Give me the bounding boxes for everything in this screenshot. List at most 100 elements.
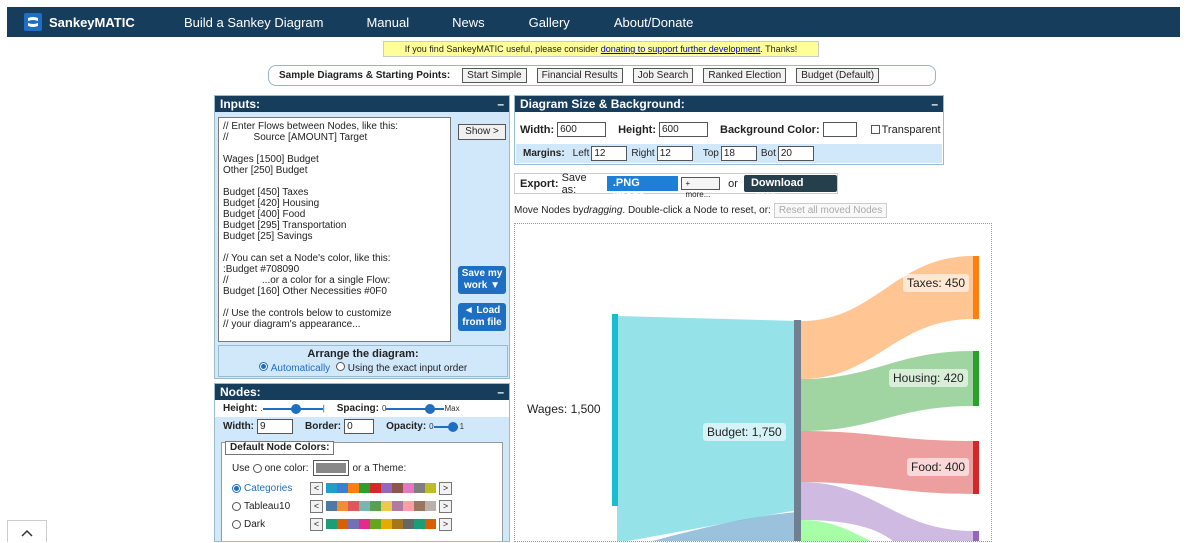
load-file-button[interactable]: ◄ Load from file xyxy=(458,303,506,331)
flows-input-textarea[interactable]: // Enter Flows between Nodes, like this:… xyxy=(218,117,451,342)
label-food: Food: 400 xyxy=(907,458,970,476)
default-node-colors-title: Default Node Colors: xyxy=(225,441,335,455)
bg-color-label: Background Color: xyxy=(720,123,820,136)
job-search-button[interactable]: Job Search xyxy=(632,68,694,83)
node-food[interactable] xyxy=(973,441,979,494)
theme-name-tableau10: Tableau10 xyxy=(244,500,291,512)
node-budget[interactable] xyxy=(794,320,801,542)
height-slider-knob[interactable] xyxy=(290,403,301,414)
margin-bot-label: Bot xyxy=(760,148,776,159)
theme-next-button[interactable]: > xyxy=(439,481,452,495)
nav-about-donate[interactable]: About/Donate xyxy=(614,15,694,30)
theme-swatch xyxy=(370,483,381,493)
node-width-border-row: Width: 9 Border: 0 Opacity: 0 1 xyxy=(215,417,509,436)
theme-next-button[interactable]: > xyxy=(439,517,452,531)
brand[interactable]: SankeyMATIC xyxy=(24,13,174,31)
theme-next-button[interactable]: > xyxy=(439,499,452,513)
transparent-checkbox[interactable] xyxy=(870,125,880,134)
donate-link[interactable]: donating to support further development xyxy=(601,44,761,54)
margin-top-input[interactable]: 18 xyxy=(720,146,757,161)
theme-prev-button[interactable]: < xyxy=(310,499,323,513)
theme-name-categories: Categories xyxy=(244,482,293,494)
transparent-label: Transparent xyxy=(881,123,941,136)
svg-download-button[interactable]: Download .SVG xyxy=(743,175,837,204)
theme-row-dark[interactable]: Dark < > xyxy=(232,517,452,531)
one-color-row: Use one color: or a Theme: xyxy=(232,459,406,477)
ranked-election-button[interactable]: Ranked Election xyxy=(703,68,787,83)
nav-news[interactable]: News xyxy=(452,15,485,30)
save-work-button[interactable]: Save my work ▼ xyxy=(458,266,506,294)
theme-radio-tableau10[interactable] xyxy=(232,501,241,511)
sample-diagrams-bar: Sample Diagrams & Starting Points: Start… xyxy=(268,65,936,86)
nodes-collapse-button[interactable]: – xyxy=(497,384,504,400)
opacity-max: 1 xyxy=(459,422,465,431)
theme-prev-button[interactable]: < xyxy=(310,481,323,495)
theme-swatch xyxy=(370,519,381,529)
bg-color-picker[interactable] xyxy=(822,122,857,137)
inputs-title: Inputs: xyxy=(220,97,260,111)
diagram-size-panel: Diagram Size & Background: – Width: 600 … xyxy=(514,95,944,165)
nav-manual[interactable]: Manual xyxy=(366,15,409,30)
node-wages[interactable] xyxy=(612,314,618,506)
spacing-label: Spacing: xyxy=(336,403,379,414)
node-border-input[interactable]: 0 xyxy=(344,419,375,434)
theme-radio-dark[interactable] xyxy=(232,519,241,529)
theme-prev-button[interactable]: < xyxy=(310,517,323,531)
nav-gallery[interactable]: Gallery xyxy=(529,15,570,30)
arrange-exact-radio[interactable] xyxy=(335,362,345,371)
more-export-button[interactable]: + more... xyxy=(681,177,721,199)
inputs-collapse-button[interactable]: – xyxy=(497,96,504,112)
arrange-auto-radio[interactable] xyxy=(258,362,268,371)
sankeymatic-logo-icon xyxy=(24,13,42,31)
node-opacity-label: Opacity: xyxy=(386,421,427,432)
notice-thanks: . Thanks! xyxy=(760,44,798,54)
reset-moved-nodes-button[interactable]: Reset all moved Nodes xyxy=(773,203,888,218)
theme-radio-categories[interactable] xyxy=(232,483,241,493)
move-hint-em: dragging xyxy=(583,205,623,216)
theme-swatches-dark xyxy=(326,519,436,529)
margins-row: Margins: Left 12 Right 12 Top 18 Bot 20 xyxy=(516,144,942,163)
theme-swatch xyxy=(348,519,359,529)
arrange-section: Arrange the diagram: Automatically Using… xyxy=(218,345,508,377)
label-wages: Wages: 1,500 xyxy=(527,402,601,416)
margin-right-input[interactable]: 12 xyxy=(656,146,693,161)
one-color-radio[interactable] xyxy=(252,463,262,473)
arrange-title: Arrange the diagram: xyxy=(307,348,419,360)
theme-row-tableau10[interactable]: Tableau10 < > xyxy=(232,499,452,513)
theme-swatch xyxy=(370,501,381,511)
spacing-slider[interactable] xyxy=(386,403,445,414)
theme-row-categories[interactable]: Categories < > xyxy=(232,481,452,495)
financial-results-button[interactable]: Financial Results xyxy=(536,68,623,83)
height-slider[interactable] xyxy=(262,403,323,414)
margin-bot-input[interactable]: 20 xyxy=(777,146,814,161)
spacing-slider-knob[interactable] xyxy=(424,403,435,414)
opacity-slider-knob[interactable] xyxy=(447,421,458,432)
export-bar: Export: Save as: .PNG image + more... or… xyxy=(514,172,838,204)
node-taxes[interactable] xyxy=(973,256,979,319)
nav-build[interactable]: Build a Sankey Diagram xyxy=(184,15,323,30)
show-button[interactable]: Show > xyxy=(458,124,506,140)
start-simple-button[interactable]: Start Simple xyxy=(462,68,527,83)
theme-swatch xyxy=(392,483,403,493)
height-max: | xyxy=(322,404,325,413)
export-label: Export: xyxy=(520,177,559,190)
opacity-slider[interactable] xyxy=(433,421,458,432)
one-color-picker[interactable] xyxy=(312,460,349,476)
size-collapse-button[interactable]: – xyxy=(931,96,938,112)
budget-default-button[interactable]: Budget (Default) xyxy=(796,68,880,83)
theme-swatch xyxy=(337,501,348,511)
theme-swatch xyxy=(414,519,425,529)
node-transport[interactable] xyxy=(973,531,979,542)
back-to-top-button[interactable] xyxy=(7,520,47,542)
node-housing[interactable] xyxy=(973,351,979,406)
margin-left-input[interactable]: 12 xyxy=(591,146,628,161)
diagram-height-input[interactable]: 600 xyxy=(659,122,708,137)
diagram-width-input[interactable]: 600 xyxy=(557,122,607,137)
png-export-button[interactable]: .PNG image xyxy=(606,176,679,202)
margin-top-label: Top xyxy=(702,148,719,159)
node-width-input[interactable]: 9 xyxy=(257,419,294,434)
theme-swatches-categories xyxy=(326,483,436,493)
theme-swatch xyxy=(414,501,425,511)
theme-swatch xyxy=(359,501,370,511)
diagram-height-label: Height: xyxy=(618,123,656,136)
